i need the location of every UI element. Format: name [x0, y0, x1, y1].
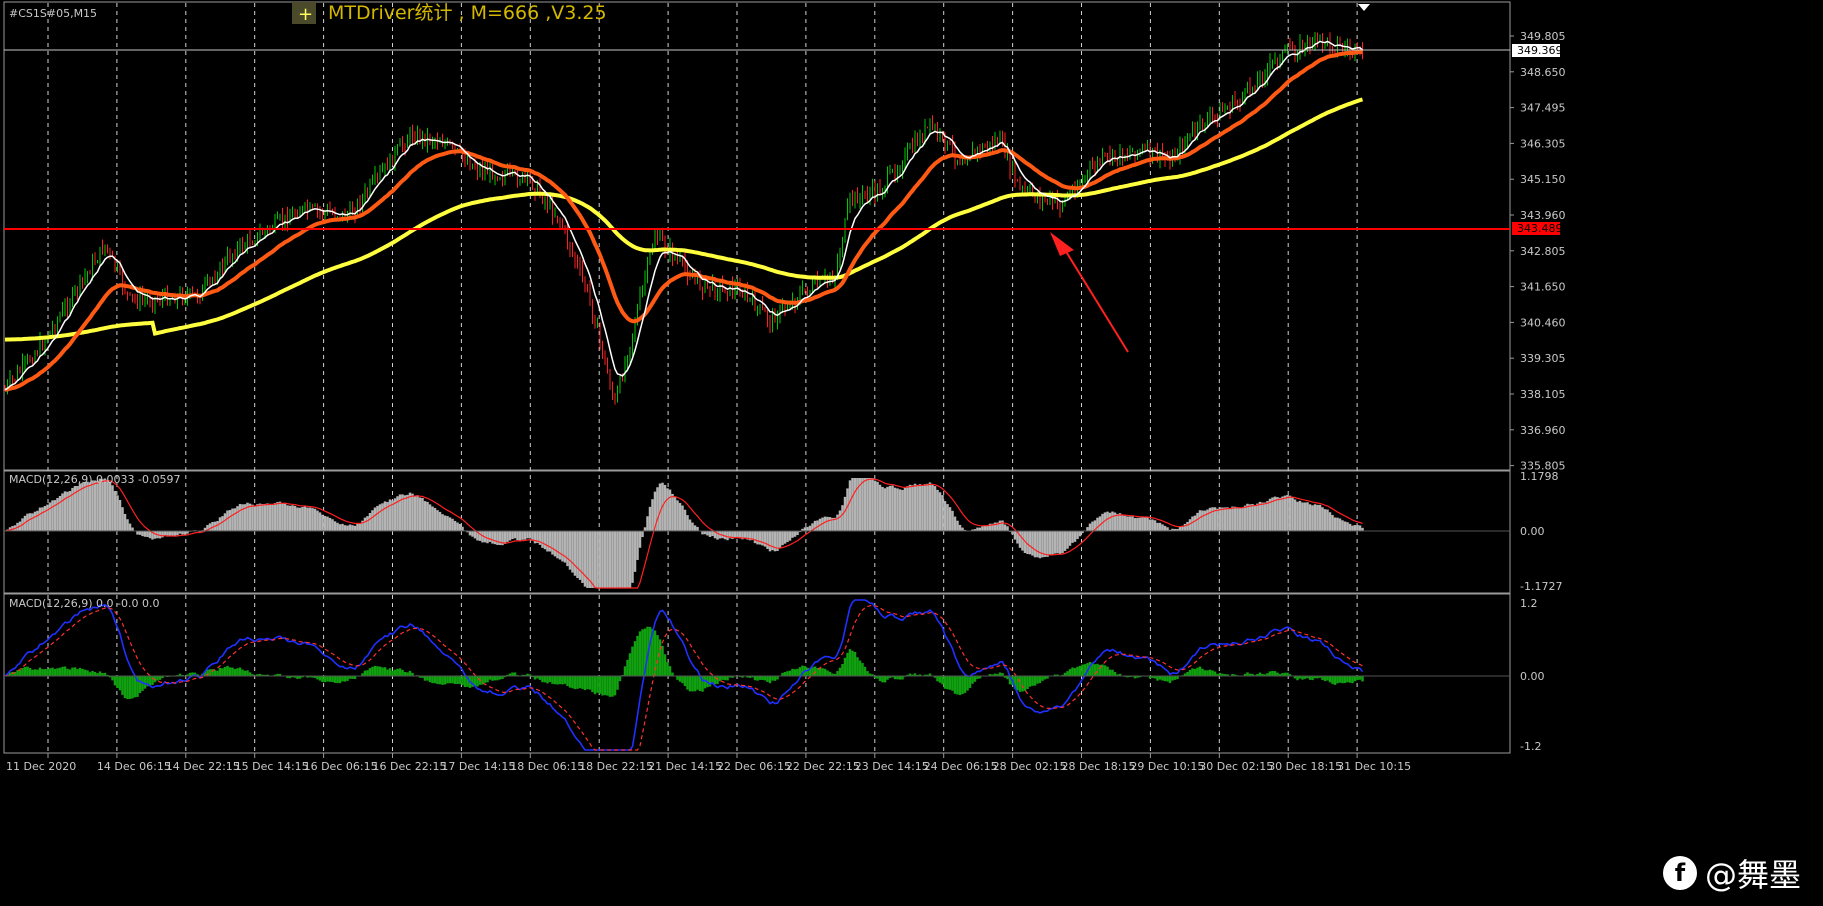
price-tick-label: 336.960	[1520, 424, 1566, 437]
price-tick-label: 345.150	[1520, 173, 1566, 186]
current-price-tag-text: 349.369	[1517, 44, 1563, 57]
chart-canvas[interactable]: 349.805 348.650 347.495 346.305 345.150 343.9…	[0, 0, 1823, 906]
price-tick-label: 341.650	[1520, 281, 1566, 294]
time-tick-label: 30 Dec 02:15	[1199, 760, 1273, 773]
indicator-badge[interactable]: +	[292, 2, 316, 25]
macd2-tick-bottom: -1.2	[1520, 740, 1541, 753]
price-tick-label: 342.805	[1520, 245, 1566, 258]
hline-price-tag: 343.489	[1512, 222, 1563, 235]
time-tick-label: 23 Dec 14:15	[855, 760, 929, 773]
time-tick-label: 18 Dec 22:15	[579, 760, 653, 773]
hline-price-tag-text: 343.489	[1517, 222, 1563, 235]
price-tick-label: 343.960	[1520, 209, 1566, 222]
candles	[4, 32, 1363, 405]
watermark-logo-icon: f	[1662, 856, 1697, 890]
macd2-tick-zero: 0.00	[1520, 670, 1545, 683]
macd1-tick-top: 1.1798	[1520, 470, 1559, 483]
current-price-tag: 349.369	[1512, 44, 1563, 57]
price-tick-label: 348.650	[1520, 66, 1566, 79]
ma-fast-line	[4, 40, 1363, 391]
time-tick-label: 21 Dec 14:15	[648, 760, 722, 773]
time-tick-label: 15 Dec 14:15	[235, 760, 309, 773]
time-tick-label: 31 Dec 10:15	[1337, 760, 1411, 773]
macd2-label: MACD(12,26,9) 0.0 -0.0 0.0	[9, 597, 159, 610]
time-tick-label: 18 Dec 06:15	[510, 760, 584, 773]
time-tick-label: 22 Dec 22:15	[786, 760, 860, 773]
time-tick-label: 28 Dec 02:15	[993, 760, 1067, 773]
time-tick-label: 14 Dec 06:15	[97, 760, 171, 773]
price-axis: 349.805 348.650 347.495 346.305 345.150 343.9…	[1510, 30, 1566, 473]
macd1-tick-zero: 0.00	[1520, 525, 1545, 538]
watermark: f @舞墨	[1662, 850, 1801, 896]
time-tick-label: 28 Dec 18:15	[1062, 760, 1136, 773]
macd1-tick-bottom: -1.1727	[1520, 580, 1562, 593]
time-tick-label: 16 Dec 06:15	[304, 760, 378, 773]
plus-icon[interactable]: +	[298, 4, 313, 25]
watermark-name: @舞墨	[1704, 856, 1801, 894]
macd1-label: MACD(12,26,9) 0.0033 -0.0597	[9, 473, 180, 486]
price-tick-label: 349.805	[1520, 30, 1566, 43]
ma-slow-line	[4, 97, 1364, 342]
macd2-tick-top: 1.2	[1520, 597, 1538, 610]
price-tick-label: 338.105	[1520, 388, 1566, 401]
price-tick-label: 346.305	[1520, 137, 1566, 150]
time-tick-label: 14 Dec 22:15	[166, 760, 240, 773]
time-tick-label: 11 Dec 2020	[6, 760, 76, 773]
ma-mid-line	[4, 49, 1363, 392]
indicator-title: MTDriver统计 , M=666 ,V3.25	[328, 2, 607, 24]
time-tick-label: 22 Dec 06:15	[717, 760, 791, 773]
macd2-histogram	[6, 626, 1364, 700]
price-tick-label: 339.305	[1520, 352, 1566, 365]
macd1-histogram	[6, 478, 1364, 588]
macd1-signal-line	[4, 478, 1363, 589]
time-axis: 11 Dec 2020 14 Dec 06:1514 Dec 22:1515 De…	[6, 753, 1411, 773]
price-panel-frame	[3, 1, 1511, 471]
time-tick-label: 30 Dec 18:15	[1268, 760, 1342, 773]
time-tick-label: 29 Dec 10:15	[1130, 760, 1204, 773]
time-tick-label: 24 Dec 06:15	[924, 760, 998, 773]
shift-marker-icon[interactable]	[1358, 4, 1370, 11]
time-tick-label: 17 Dec 14:15	[441, 760, 515, 773]
time-tick-label: 16 Dec 22:15	[373, 760, 447, 773]
price-tick-label: 340.460	[1520, 316, 1566, 329]
arrow-annotation[interactable]	[1050, 232, 1129, 353]
price-tick-label: 347.495	[1520, 102, 1566, 115]
symbol-label: #CS1S#05,M15	[9, 7, 97, 20]
